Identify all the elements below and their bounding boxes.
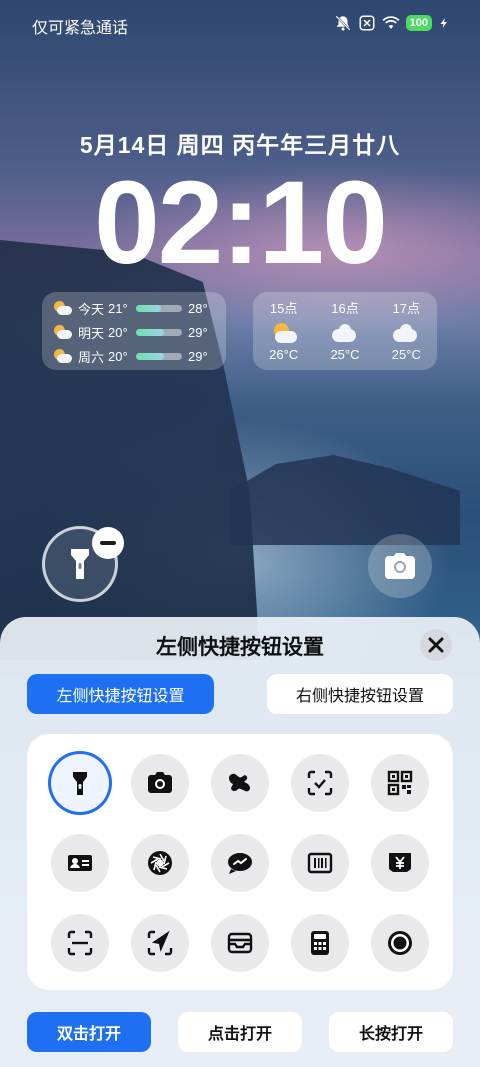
minus-icon (100, 541, 116, 545)
weather-low: 21° (108, 300, 128, 316)
option-wallet[interactable] (211, 914, 269, 972)
wallet-icon (227, 932, 253, 954)
weather-hourly-widget[interactable]: 15点 26°C 16点 25°C 17点 25°C (253, 292, 437, 370)
record-icon (388, 931, 412, 955)
option-flashlight[interactable] (51, 754, 109, 812)
temp-range-fill (136, 304, 162, 312)
weather-low: 20° (108, 324, 128, 340)
no-sim-icon (359, 15, 375, 31)
weather-hour: 16点 (331, 301, 359, 316)
temp-range-bar (136, 352, 182, 360)
tab-left-shortcut[interactable]: 左侧快捷按钮设置 (27, 674, 214, 714)
weather-hour: 15点 (269, 301, 298, 316)
long-press-open-button[interactable]: 长按打开 (329, 1012, 453, 1052)
flashlight-icon (73, 772, 87, 795)
temp-range-fill (136, 328, 164, 336)
option-qr-code[interactable] (371, 754, 429, 812)
option-camera[interactable] (131, 754, 189, 812)
weather-hour-column: 16点 25°C (317, 298, 373, 370)
weather-hour-temp: 26°C (269, 347, 299, 362)
weather-day-name: 明天 (78, 325, 105, 341)
weather-low: 20° (108, 348, 128, 364)
option-navigation[interactable] (131, 914, 189, 972)
option-payment[interactable] (371, 834, 429, 892)
weather-hour-column: 17点 25°C (378, 298, 434, 370)
temp-range-bar (136, 304, 182, 312)
charging-icon (440, 18, 447, 28)
close-button[interactable] (420, 629, 452, 661)
cloud-icon (331, 323, 358, 343)
option-barcode[interactable] (291, 834, 349, 892)
lockscreen-clock: 02:10 (94, 157, 388, 289)
weather-day-row: 今天 21° 28° (52, 296, 216, 320)
weather-high: 29° (188, 324, 208, 340)
cloud-icon (393, 323, 419, 343)
scan-check-icon (307, 770, 333, 796)
sun-cloud-icon (52, 301, 72, 315)
weather-hour-temp: 25°C (391, 347, 421, 362)
right-shortcut-camera-button[interactable] (368, 534, 432, 598)
barcode-icon (307, 852, 333, 874)
camera-icon (148, 772, 172, 793)
mute-icon (335, 15, 351, 31)
aperture-icon (148, 851, 172, 875)
navigation-icon (147, 930, 173, 956)
status-bar: 仅可紧急通话 100 (0, 0, 480, 48)
tab-right-shortcut[interactable]: 右侧快捷按钮设置 (267, 674, 453, 714)
sun-cloud-icon (271, 323, 297, 343)
weather-day-name: 周六 (78, 349, 105, 365)
sheet-title: 左侧快捷按钮设置 (156, 636, 324, 659)
option-calculator[interactable] (291, 914, 349, 972)
option-scan[interactable] (51, 914, 109, 972)
status-icons: 100 (334, 14, 450, 32)
option-shape[interactable] (211, 754, 269, 812)
carrier-text: 仅可紧急通话 (32, 20, 129, 37)
weather-day-row: 周六 20° 29° (52, 344, 216, 368)
lockscreen-date: 5月14日 周四 丙午年三月廿八 (79, 132, 401, 158)
temp-range-fill (136, 352, 164, 360)
option-chat[interactable] (211, 834, 269, 892)
weather-day-name: 今天 (78, 301, 105, 317)
option-id-card[interactable] (51, 834, 109, 892)
weather-high: 29° (188, 348, 208, 364)
remove-shortcut-button[interactable] (92, 527, 124, 559)
weather-hour-column: 15点 26°C (256, 298, 312, 370)
camera-icon (385, 553, 415, 579)
cloud-shape-icon (229, 773, 250, 792)
battery-indicator: 100 (405, 15, 432, 31)
tap-open-button[interactable]: 点击打开 (178, 1012, 302, 1052)
temp-range-bar (136, 328, 182, 336)
option-aperture[interactable] (131, 834, 189, 892)
scan-icon (67, 930, 93, 956)
option-scan-check[interactable] (291, 754, 349, 812)
shortcut-icon-grid (27, 734, 453, 990)
payment-icon (389, 853, 411, 872)
double-tap-open-button[interactable]: 双击打开 (27, 1012, 151, 1052)
weather-hour-temp: 25°C (330, 347, 360, 362)
calculator-icon (311, 931, 329, 955)
flashlight-icon (71, 549, 89, 579)
chat-bubble-icon (228, 853, 252, 874)
id-card-icon (68, 855, 92, 871)
qr-code-icon (387, 770, 413, 796)
sun-cloud-icon (52, 325, 72, 339)
weather-day-row: 明天 20° 29° (52, 320, 216, 344)
option-record[interactable] (371, 914, 429, 972)
sun-cloud-icon (52, 349, 72, 363)
weather-high: 28° (188, 300, 208, 316)
shortcut-settings-sheet: 左侧快捷按钮设置 左侧快捷按钮设置 右侧快捷按钮设置 双击打开 点击打开 长按打… (0, 617, 480, 1067)
weather-hour: 17点 (392, 301, 421, 316)
close-icon (428, 637, 444, 653)
wifi-icon (382, 16, 400, 29)
weather-daily-widget[interactable]: 今天 21° 28° 明天 20° 29° 周六 20° 29° (42, 292, 226, 370)
